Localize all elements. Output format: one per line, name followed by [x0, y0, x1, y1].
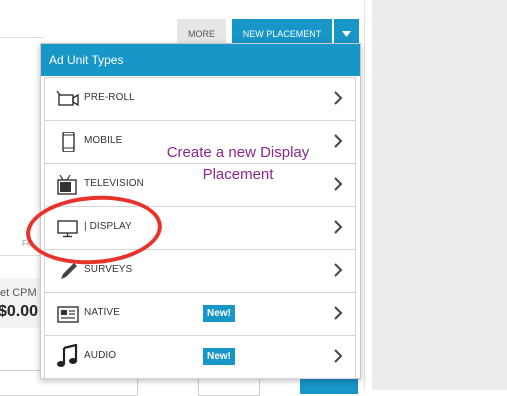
cpm-label: et CPM	[0, 287, 37, 299]
cpm-value: $0.00	[0, 303, 39, 320]
menu-item-native[interactable]: NATIVE New!	[44, 292, 356, 336]
annotation-line-2: Placement	[202, 166, 274, 183]
chevron-right-icon	[334, 91, 343, 105]
pencil-icon	[61, 263, 77, 279]
newspaper-icon	[57, 306, 79, 323]
right-panel-background	[372, 0, 507, 390]
chevron-right-icon	[334, 134, 343, 148]
divider	[364, 0, 365, 390]
menu-title: Ad Unit Types	[41, 44, 360, 76]
chevron-right-icon	[334, 306, 343, 320]
annotation-line-1: Create a new Display	[166, 144, 310, 161]
annotation-text: Create a new Display Placement	[148, 142, 328, 186]
divider	[0, 37, 44, 38]
menu-item-label: MOBILE	[84, 135, 123, 146]
new-badge: New!	[203, 305, 235, 322]
chevron-right-icon	[334, 263, 343, 277]
menu-item-pre-roll[interactable]: PRE-ROLL	[44, 77, 356, 121]
music-note-icon	[57, 344, 78, 367]
chevron-right-icon	[334, 177, 343, 191]
chevron-right-icon	[334, 220, 343, 234]
new-badge: New!	[203, 348, 235, 365]
menu-item-label: SURVEYS	[84, 264, 133, 275]
menu-item-label: TELEVISION	[84, 178, 144, 189]
mobile-phone-icon	[62, 132, 75, 152]
chevron-down-icon	[342, 31, 351, 37]
menu-item-label: PRE-ROLL	[84, 92, 135, 103]
divider	[0, 255, 44, 256]
chevron-right-icon	[334, 349, 343, 363]
video-camera-icon	[56, 90, 79, 107]
menu-item-audio[interactable]: AUDIO New!	[44, 335, 356, 379]
menu-item-label: NATIVE	[84, 307, 120, 318]
television-icon	[57, 175, 77, 195]
menu-item-label: AUDIO	[84, 350, 117, 361]
